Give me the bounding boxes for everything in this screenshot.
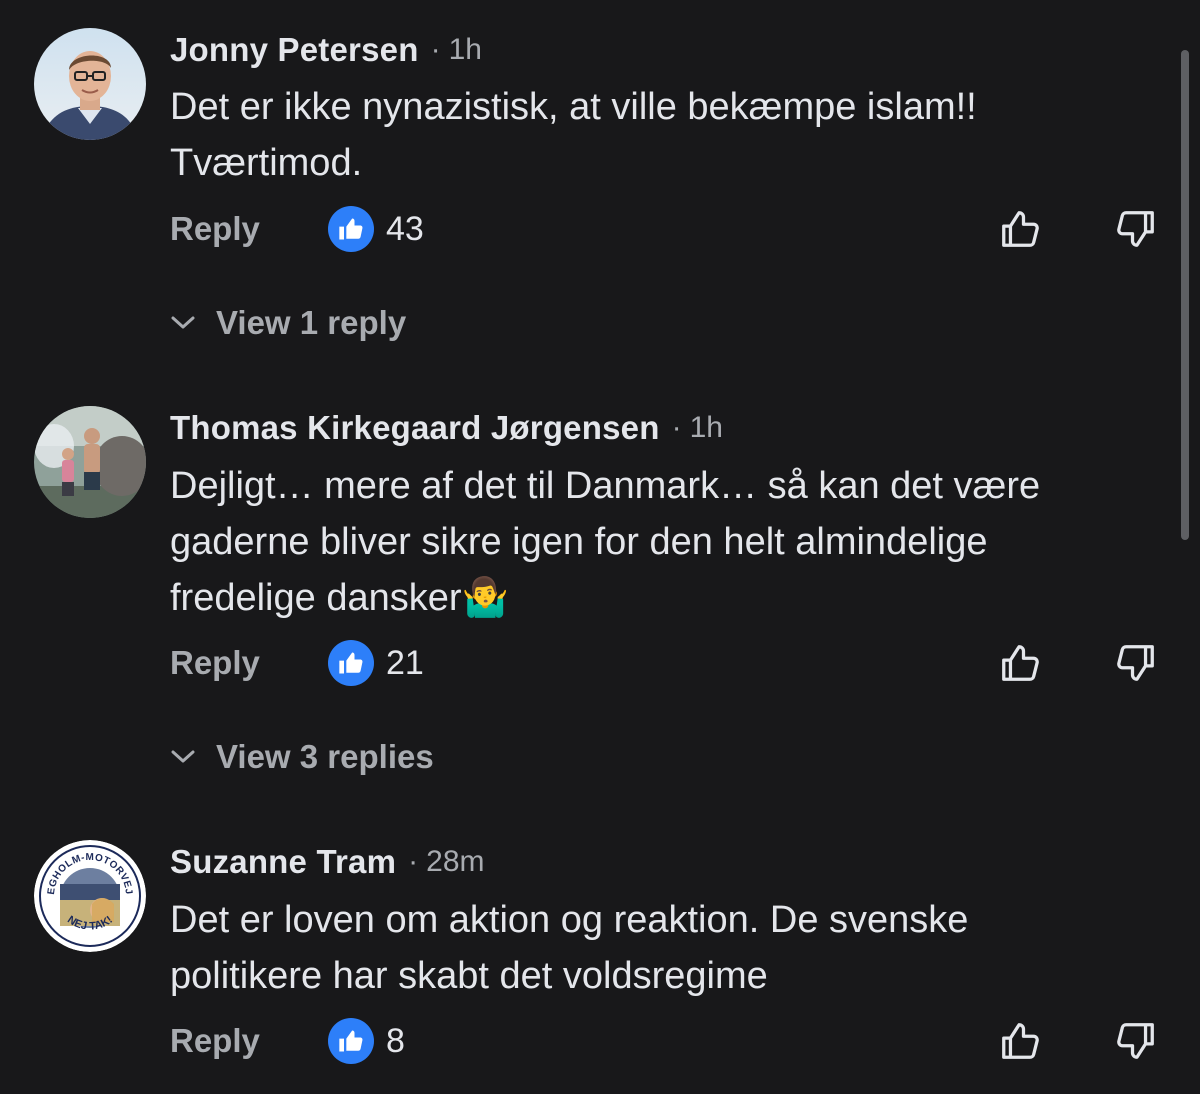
thumbs-up-icon bbox=[328, 640, 374, 686]
comment-text: Dejligt… mere af det til Danmark… så kan… bbox=[170, 458, 1160, 626]
thumbs-up-outline-icon[interactable] bbox=[996, 204, 1046, 254]
chevron-down-icon bbox=[171, 750, 195, 763]
comment-text-line: politikere har skabt det voldsregime bbox=[170, 955, 768, 997]
chevron-down-icon bbox=[171, 316, 195, 329]
outdoor-photo-avatar bbox=[34, 406, 146, 518]
separator-dot: · bbox=[671, 411, 682, 444]
avatar[interactable] bbox=[34, 28, 146, 140]
comment-text-line: Dejligt… mere af det til Danmark… så kan… bbox=[170, 465, 1041, 507]
comment-actions: Reply 8 bbox=[170, 1016, 1160, 1066]
comment-text: Det er ikke nynazistisk, at ville bekæmp… bbox=[170, 79, 1160, 191]
comment-text-line: Det er ikke nynazistisk, at ville bekæmp… bbox=[170, 86, 977, 128]
man-portrait-avatar bbox=[34, 28, 146, 140]
timestamp: 28m bbox=[426, 845, 485, 878]
author-name[interactable]: Jonny Petersen bbox=[170, 31, 419, 69]
author-name[interactable]: Thomas Kirkegaard Jørgensen bbox=[170, 409, 660, 447]
thumbs-up-outline-icon[interactable] bbox=[996, 638, 1046, 688]
scrollbar[interactable] bbox=[1181, 50, 1189, 540]
timestamp: 1h bbox=[448, 33, 482, 66]
author-name[interactable]: Suzanne Tram bbox=[170, 843, 396, 881]
separator-dot: · bbox=[408, 845, 419, 878]
view-replies-label: View 3 replies bbox=[216, 738, 434, 775]
comment-text-line: Det er loven om aktion og reaktion. De s… bbox=[170, 899, 969, 941]
comment-text-line: Tværtimod. bbox=[170, 142, 363, 184]
like-count: 8 bbox=[386, 1021, 405, 1060]
reply-button[interactable]: Reply bbox=[170, 210, 328, 248]
avatar[interactable]: EGHOLM-MOTORVEJ NEJ TAK! bbox=[34, 840, 146, 952]
like-count: 21 bbox=[386, 643, 424, 682]
badge-avatar: EGHOLM-MOTORVEJ NEJ TAK! bbox=[34, 840, 146, 952]
comment-text: Det er loven om aktion og reaktion. De s… bbox=[170, 892, 1160, 1004]
view-replies-button[interactable]: View 3 replies bbox=[170, 735, 434, 779]
reply-button[interactable]: Reply bbox=[170, 1022, 328, 1060]
view-replies-label: View 1 reply bbox=[216, 304, 407, 341]
separator-dot: · bbox=[430, 33, 441, 66]
thumbs-up-icon bbox=[328, 1018, 374, 1064]
thumbs-up-outline-icon[interactable] bbox=[996, 1016, 1046, 1066]
comment-text-line: gaderne bliver sikre igen for den helt a… bbox=[170, 521, 988, 563]
thumbs-down-outline-icon[interactable] bbox=[1110, 204, 1160, 254]
shrug-emoji: 🤷‍♂️ bbox=[461, 577, 509, 619]
comment-actions: Reply 21 bbox=[170, 638, 1160, 688]
view-replies-button[interactable]: View 1 reply bbox=[170, 301, 406, 345]
comment-text-line: fredelige dansker🤷‍♂️ bbox=[170, 570, 1160, 626]
like-count: 43 bbox=[386, 209, 424, 248]
timestamp: 1h bbox=[689, 411, 723, 444]
comment-actions: Reply 43 bbox=[170, 204, 1160, 254]
thumbs-down-outline-icon[interactable] bbox=[1110, 1016, 1160, 1066]
thumbs-down-outline-icon[interactable] bbox=[1110, 638, 1160, 688]
thumbs-up-icon bbox=[328, 206, 374, 252]
avatar[interactable] bbox=[34, 406, 146, 518]
comment-text-segment: fredelige dansker bbox=[170, 577, 462, 619]
reply-button[interactable]: Reply bbox=[170, 644, 328, 682]
